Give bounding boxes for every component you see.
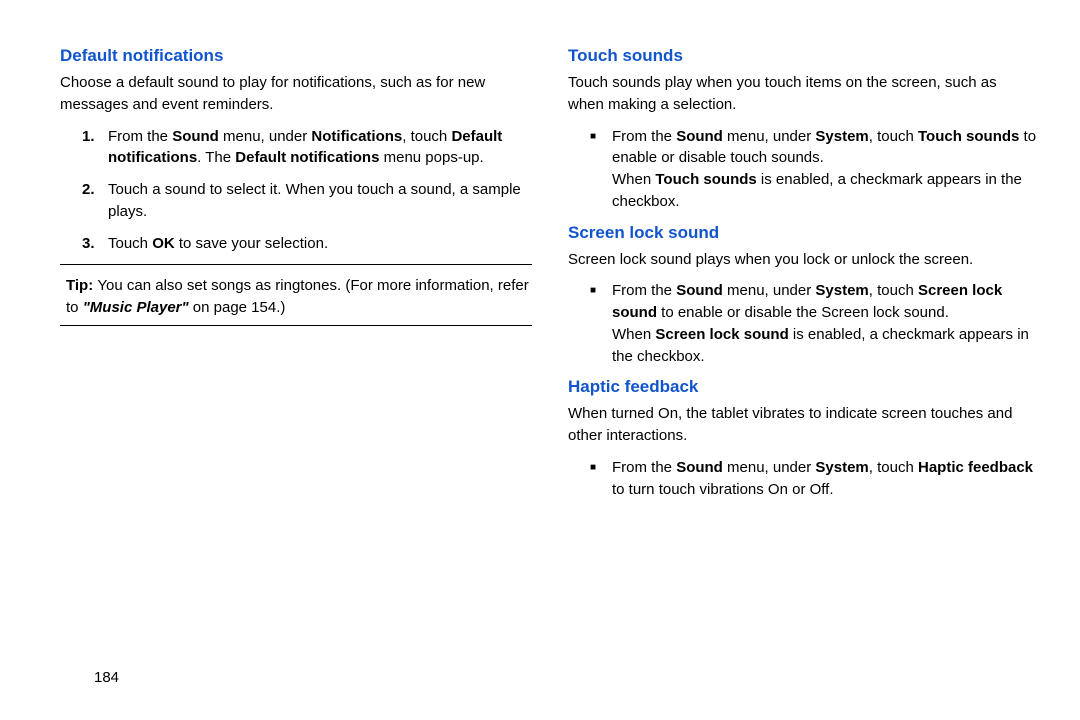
two-column-layout: Default notifications Choose a default s… <box>60 46 1040 510</box>
step-text: Touch a sound to select it. When you tou… <box>108 179 532 223</box>
section-heading-touch-sounds: Touch sounds <box>568 46 1040 66</box>
square-bullet-icon: ■ <box>590 280 602 367</box>
haptic-feedback-intro: When turned On, the tablet vibrates to i… <box>568 403 1028 447</box>
list-item: ■ From the Sound menu, under System, tou… <box>568 457 1040 501</box>
square-bullet-icon: ■ <box>590 126 602 213</box>
list-item: ■ From the Sound menu, under System, tou… <box>568 126 1040 213</box>
manual-page: Default notifications Choose a default s… <box>0 0 1080 720</box>
screen-lock-sound-intro: Screen lock sound plays when you lock or… <box>568 249 1028 271</box>
bullet-text: From the Sound menu, under System, touch… <box>612 457 1040 501</box>
section-heading-default-notifications: Default notifications <box>60 46 532 66</box>
default-notifications-intro: Choose a default sound to play for notif… <box>60 72 520 116</box>
section-heading-haptic-feedback: Haptic feedback <box>568 377 1040 397</box>
step-number: 1. <box>82 126 98 170</box>
touch-sounds-intro: Touch sounds play when you touch items o… <box>568 72 1028 116</box>
bullet-text: From the Sound menu, under System, touch… <box>612 280 1040 367</box>
section-heading-screen-lock-sound: Screen lock sound <box>568 223 1040 243</box>
step-number: 2. <box>82 179 98 223</box>
step-3: 3. Touch OK to save your selection. <box>60 233 532 255</box>
steps-list: 1. From the Sound menu, under Notificati… <box>60 126 532 255</box>
step-number: 3. <box>82 233 98 255</box>
step-text: Touch OK to save your selection. <box>108 233 328 255</box>
bullet-text: From the Sound menu, under System, touch… <box>612 126 1040 213</box>
tip-separator-top <box>60 264 532 265</box>
right-column: Touch sounds Touch sounds play when you … <box>568 46 1040 510</box>
screen-lock-bullets: ■ From the Sound menu, under System, tou… <box>568 280 1040 367</box>
haptic-feedback-bullets: ■ From the Sound menu, under System, tou… <box>568 457 1040 501</box>
square-bullet-icon: ■ <box>590 457 602 501</box>
step-2: 2. Touch a sound to select it. When you … <box>60 179 532 223</box>
touch-sounds-bullets: ■ From the Sound menu, under System, tou… <box>568 126 1040 213</box>
tip-text: Tip: You can also set songs as ringtones… <box>60 275 532 319</box>
tip-separator-bottom <box>60 325 532 326</box>
page-number: 184 <box>94 669 119 686</box>
step-text: From the Sound menu, under Notifications… <box>108 126 532 170</box>
step-1: 1. From the Sound menu, under Notificati… <box>60 126 532 170</box>
left-column: Default notifications Choose a default s… <box>60 46 532 510</box>
list-item: ■ From the Sound menu, under System, tou… <box>568 280 1040 367</box>
